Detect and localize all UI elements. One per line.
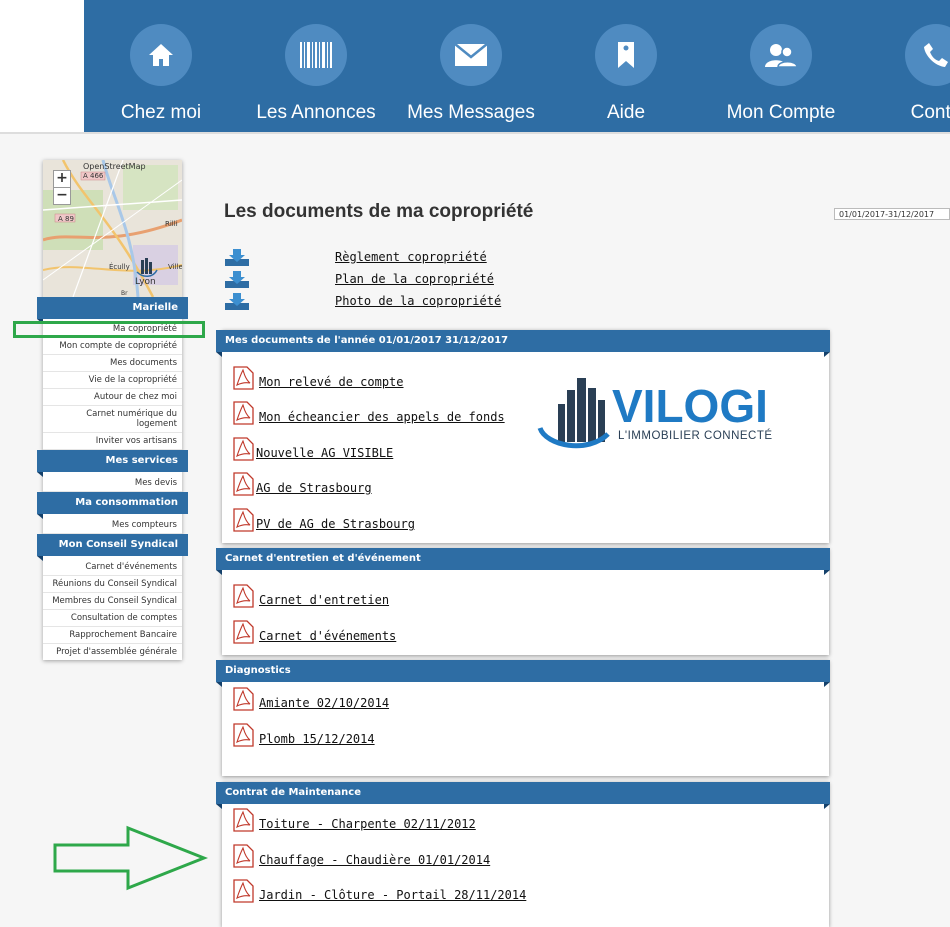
nav-label: Mon Compte [726, 102, 836, 123]
panel-title: Mes documents de l'année 01/01/2017 31/1… [216, 330, 830, 357]
sidebar-item-rapprochement[interactable]: Rapprochement Bancaire [43, 627, 182, 644]
doc-link[interactable]: Mon relevé de compte [259, 375, 404, 389]
nav-label: Les Annonces [256, 102, 376, 123]
panel-title: Carnet d'entretien et d'événement [216, 548, 830, 575]
top-doc-link[interactable]: Photo de la copropriété [335, 294, 501, 308]
phone-icon [905, 24, 950, 86]
vilogi-logo: VILOGI L'IMMOBILIER CONNECTÉ [536, 374, 808, 450]
doc-link[interactable]: Jardin - Clôture - Portail 28/11/2014 [259, 888, 526, 902]
sidebar-item-compte-copropriete[interactable]: Mon compte de copropriété [43, 338, 182, 355]
panel-title: Contrat de Maintenance [216, 782, 830, 809]
sidebar-item-carnet-numerique[interactable]: Carnet numérique du logement [43, 406, 182, 433]
header: Chez moi Les Annonces Mes Messages Aide … [0, 0, 950, 132]
pdf-icon [233, 508, 254, 532]
sidebar-section-consommation: Ma consommation [37, 492, 188, 519]
sidebar-item-consultation[interactable]: Consultation de comptes [43, 610, 182, 627]
doc-link[interactable]: Mon écheancier des appels de fonds [259, 410, 505, 424]
panel-title: Diagnostics [216, 660, 830, 687]
highlight-box [13, 321, 205, 338]
pdf-icon [233, 844, 254, 868]
doc-link[interactable]: Nouvelle AG VISIBLE [256, 446, 393, 460]
map-town-label: Écully [109, 263, 130, 271]
map-town-label: Lyon [135, 277, 156, 287]
pdf-icon [233, 584, 254, 608]
doc-link[interactable]: Toiture - Charpente 02/11/2012 [259, 817, 476, 831]
map-attribution: OpenStreetMap [83, 162, 146, 171]
pdf-icon [233, 472, 254, 496]
top-doc-link[interactable]: Plan de la copropriété [335, 272, 494, 286]
map-road-label: A 89 [58, 215, 74, 223]
bookmark-icon [595, 24, 657, 86]
map-town-label: Rilli [165, 220, 178, 228]
doc-link[interactable]: Carnet d'entretien [259, 593, 389, 607]
sidebar-item-projet-ag[interactable]: Projet d'assemblée générale [43, 644, 182, 660]
top-doc-link[interactable]: Règlement copropriété [335, 250, 487, 264]
sidebar-section-conseil: Mon Conseil Syndical [37, 534, 188, 561]
doc-link[interactable]: Amiante 02/10/2014 [259, 696, 389, 710]
map-town-label: Villeu [168, 263, 182, 271]
page-title: Les documents de ma copropriété [224, 201, 534, 222]
panel-diagnostics: Diagnostics Amiante 02/10/2014 Plomb 15/… [216, 660, 830, 776]
logo-tagline: L'IMMOBILIER CONNECTÉ [618, 429, 773, 442]
pdf-icon [233, 401, 254, 425]
nav-label: Conta [910, 102, 950, 123]
nav-label: Chez moi [120, 102, 202, 123]
users-icon [750, 24, 812, 86]
header-divider [0, 132, 950, 134]
sidebar: + − OpenStreetMap A 466 A 89 Rilli Ville… [37, 160, 188, 660]
pdf-icon [233, 366, 254, 390]
download-icon [225, 293, 249, 310]
pdf-icon [233, 687, 254, 711]
map[interactable]: + − OpenStreetMap A 466 A 89 Rilli Ville… [43, 160, 182, 297]
main-nav: Chez moi Les Annonces Mes Messages Aide … [84, 0, 950, 132]
sidebar-section-user: Marielle [37, 297, 188, 324]
nav-item-annonces[interactable]: Les Annonces [241, 24, 391, 124]
barcode-icon [285, 24, 347, 86]
nav-label: Mes Messages [407, 102, 535, 123]
sidebar-item-mes-devis[interactable]: Mes devis [43, 472, 182, 492]
sidebar-item-mes-compteurs[interactable]: Mes compteurs [43, 514, 182, 534]
pdf-icon [233, 723, 254, 747]
zoom-out-button[interactable]: − [53, 187, 71, 205]
doc-link[interactable]: PV de AG de Strasbourg [256, 517, 415, 531]
panel-documents-annee: Mes documents de l'année 01/01/2017 31/1… [216, 330, 830, 543]
sidebar-item-membres[interactable]: Membres du Conseil Syndical [43, 593, 182, 610]
download-icon [225, 249, 249, 266]
panel-carnet: Carnet d'entretien et d'événement Carnet… [216, 548, 830, 655]
pdf-icon [233, 879, 254, 903]
logo-name: VILOGI [612, 380, 768, 432]
nav-item-chez-moi[interactable]: Chez moi [86, 24, 236, 124]
doc-link[interactable]: AG de Strasbourg [256, 481, 372, 495]
doc-link[interactable]: Plomb 15/12/2014 [259, 732, 375, 746]
envelope-icon [440, 24, 502, 86]
date-range-field[interactable]: 01/01/2017-31/12/2017 [834, 208, 950, 220]
doc-link[interactable]: Carnet d'événements [259, 629, 396, 643]
sidebar-item-carnet-evenements[interactable]: Carnet d'événements [43, 556, 182, 576]
map-road-label: A 466 [83, 172, 104, 180]
sidebar-item-inviter-artisans[interactable]: Inviter vos artisans [43, 433, 182, 450]
sidebar-item-mes-documents[interactable]: Mes documents [43, 355, 182, 372]
nav-label: Aide [606, 102, 646, 123]
nav-item-mon-compte[interactable]: Mon Compte [706, 24, 856, 124]
sidebar-item-vie-copropriete[interactable]: Vie de la copropriété [43, 372, 182, 389]
sidebar-section-services: Mes services [37, 450, 188, 477]
pdf-icon [233, 620, 254, 644]
map-town-label: Br [121, 290, 128, 297]
pdf-icon [233, 808, 254, 832]
sidebar-item-autour[interactable]: Autour de chez moi [43, 389, 182, 406]
download-icon [225, 271, 249, 288]
doc-link[interactable]: Chauffage - Chaudière 01/01/2014 [259, 853, 490, 867]
annotation-arrow-icon [53, 825, 208, 891]
nav-item-aide[interactable]: Aide [551, 24, 701, 124]
sidebar-item-reunions[interactable]: Réunions du Conseil Syndical [43, 576, 182, 593]
pdf-icon [233, 437, 254, 461]
panel-maintenance: Contrat de Maintenance Toiture - Charpen… [216, 782, 830, 927]
nav-item-messages[interactable]: Mes Messages [396, 24, 546, 124]
zoom-in-button[interactable]: + [53, 170, 71, 188]
nav-item-contact[interactable]: Conta [861, 24, 950, 124]
home-icon [130, 24, 192, 86]
